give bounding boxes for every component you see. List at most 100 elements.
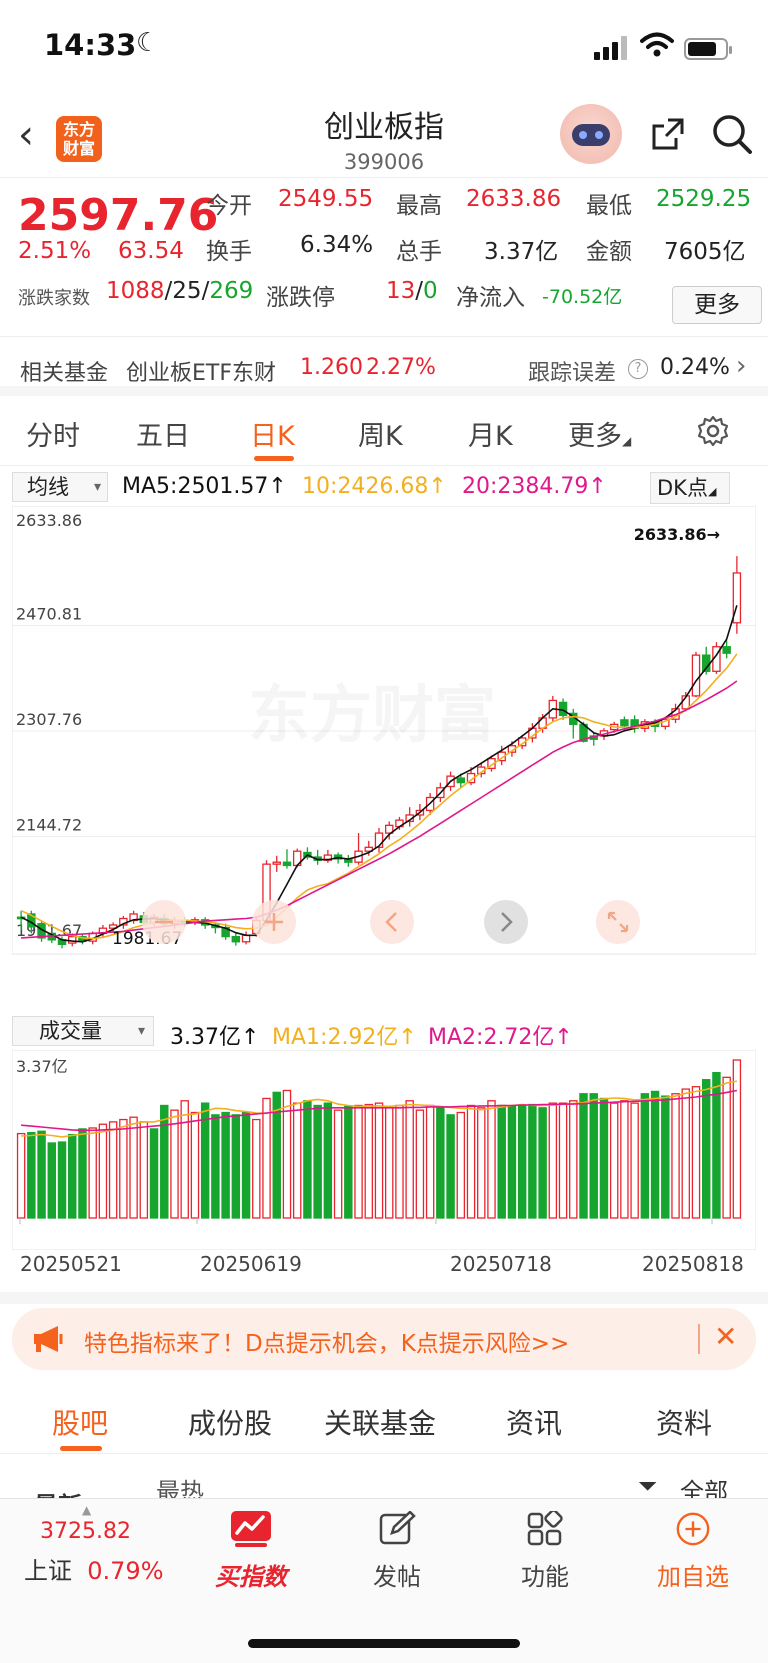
candle-body xyxy=(241,934,251,943)
tracking-error-value: 0.24% xyxy=(660,355,730,380)
volume-bar xyxy=(701,1079,711,1219)
volume-bar xyxy=(170,1109,179,1219)
tab-weekly-k[interactable]: 周K xyxy=(358,414,403,453)
volume-bar xyxy=(640,1093,650,1219)
limit-label: 涨跌停 xyxy=(266,285,335,311)
fund-label: 相关基金 xyxy=(20,361,109,386)
tab-news[interactable]: 资讯 xyxy=(506,1402,562,1442)
x-tick-label: 20250619 xyxy=(200,1252,302,1276)
volume-bar xyxy=(599,1097,609,1219)
candlestick-chart[interactable]: 2633.862470.812307.762144.721981.67东方财富2… xyxy=(12,506,756,1012)
plus-circle-icon xyxy=(676,1512,710,1546)
next-control-icon[interactable] xyxy=(484,900,528,944)
ma20-value: 20:2384.79↑ xyxy=(462,474,607,499)
sort-hottest[interactable]: 最热 xyxy=(156,1472,204,1498)
candle-body xyxy=(722,646,731,654)
quote-panel: 2597.76 2.51% 63.54 涨跌家数 1088/25/269 今开 … xyxy=(0,178,768,330)
fund-price: 1.260 xyxy=(300,355,363,380)
volume-bar xyxy=(323,1102,333,1219)
battery-icon xyxy=(684,38,732,60)
tab-more[interactable]: 更多◢ xyxy=(568,414,631,453)
plus-control-icon[interactable] xyxy=(252,900,296,944)
volume-indicator-select[interactable]: 成交量 xyxy=(12,1016,154,1046)
volume-bar xyxy=(190,1111,200,1219)
y-tick-label: 2144.72 xyxy=(16,815,82,834)
volume-bar xyxy=(119,1118,128,1219)
filter-icon[interactable]: ⏷ xyxy=(638,1472,657,1498)
post-label: 发帖 xyxy=(373,1563,421,1591)
turnover-label: 换手 xyxy=(206,239,252,265)
control-bg xyxy=(370,900,414,944)
volume-bar xyxy=(405,1100,414,1219)
control-bg xyxy=(596,900,640,944)
active-tab-indicator xyxy=(60,1446,102,1451)
tab-five-day[interactable]: 五日 xyxy=(136,414,190,453)
volume-bar xyxy=(364,1103,374,1219)
expand-control-icon[interactable] xyxy=(596,900,640,944)
volume-bar xyxy=(231,1114,241,1219)
volume-bar xyxy=(68,1133,77,1219)
filter-all[interactable]: 全部 xyxy=(680,1472,728,1498)
max-price-marker: 2633.86→ xyxy=(634,525,720,544)
volume-bar xyxy=(129,1116,138,1219)
help-icon[interactable]: ? xyxy=(628,359,648,379)
control-bg xyxy=(484,900,528,944)
buy-index-button[interactable]: 买指数 xyxy=(196,1511,306,1592)
related-fund-row[interactable]: 相关基金 创业板ETF东财 1.260 2.27% 跟踪误差 ? 0.24% › xyxy=(0,336,768,396)
candle-body xyxy=(272,861,281,865)
indicator-select[interactable]: 均线 xyxy=(12,472,108,502)
minus-control-icon[interactable] xyxy=(142,900,186,944)
fund-pct: 2.27% xyxy=(366,355,436,380)
volume-bar xyxy=(425,1104,435,1219)
tab-guba[interactable]: 股吧 xyxy=(52,1402,108,1442)
sh-index[interactable]: 上证 0.79% xyxy=(24,1551,164,1586)
tab-profile[interactable]: 资料 xyxy=(656,1402,712,1442)
functions-button[interactable]: 功能 xyxy=(490,1509,600,1592)
volume-bar xyxy=(333,1109,343,1219)
active-tab-indicator xyxy=(254,456,294,461)
ai-assistant-icon[interactable] xyxy=(560,104,622,164)
volume-bar xyxy=(211,1114,220,1219)
volume-bar xyxy=(517,1104,527,1219)
more-button[interactable]: 更多 xyxy=(672,286,762,324)
add-watchlist-button[interactable]: 加自选 xyxy=(638,1511,748,1592)
divider xyxy=(0,1292,768,1304)
ma-legend-bar: 均线 MA5:2501.57↑ 10:2426.68↑ 20:2384.79↑ … xyxy=(0,466,768,506)
ma10-value: 10:2426.68↑ xyxy=(302,474,447,499)
volume-value: 3.37亿 xyxy=(484,239,559,265)
tab-related-funds[interactable]: 关联基金 xyxy=(324,1402,436,1442)
close-icon[interactable]: ✕ xyxy=(714,1320,737,1353)
tab-constituents[interactable]: 成份股 xyxy=(188,1402,272,1442)
limit-values: 13/0 xyxy=(386,278,438,304)
dk-point-toggle[interactable]: DK点◢ xyxy=(650,472,730,504)
search-icon[interactable] xyxy=(710,112,754,156)
sh-index-value[interactable]: 3725.82 xyxy=(40,1519,131,1544)
volume-bar xyxy=(661,1095,670,1219)
fund-name: 创业板ETF东财 xyxy=(126,361,276,386)
tab-daily-k[interactable]: 日K xyxy=(250,414,295,453)
y-tick-label: 2470.81 xyxy=(16,605,82,624)
inflow-label: 净流入 xyxy=(456,285,525,311)
share-icon[interactable] xyxy=(648,114,688,154)
volume-legend-bar: 成交量 3.37亿↑ MA1:2.92亿↑ MA2:2.72亿↑ xyxy=(0,1014,768,1050)
divider xyxy=(698,1324,700,1354)
candle-body xyxy=(620,719,629,727)
tab-intraday[interactable]: 分时 xyxy=(26,414,80,453)
open-value: 2549.55 xyxy=(278,186,374,212)
breadth-label: 涨跌家数 xyxy=(18,288,90,309)
volume-bar xyxy=(180,1100,189,1219)
post-button[interactable]: 发帖 xyxy=(342,1510,452,1592)
volume-bar xyxy=(47,1142,57,1219)
tab-monthly-k[interactable]: 月K xyxy=(468,414,513,453)
prev-control-icon[interactable] xyxy=(370,900,414,944)
x-axis-dates: 20250521 20250619 20250718 20250818 xyxy=(0,1252,768,1292)
volume-bar xyxy=(88,1127,97,1219)
gear-icon[interactable] xyxy=(696,414,730,448)
content-tabs: 股吧 成份股 关联基金 资讯 资料 xyxy=(0,1384,768,1454)
promo-banner[interactable]: 特色指标来了！D点提示机会，K点提示风险>> ✕ xyxy=(12,1308,756,1370)
volume-bar xyxy=(722,1076,731,1219)
volume-chart[interactable]: 3.37亿 xyxy=(12,1050,756,1250)
candle-body xyxy=(691,654,701,697)
chevron-right-icon[interactable]: › xyxy=(736,351,746,381)
banner-text[interactable]: 特色指标来了！D点提示机会，K点提示风险>> xyxy=(84,1324,569,1358)
